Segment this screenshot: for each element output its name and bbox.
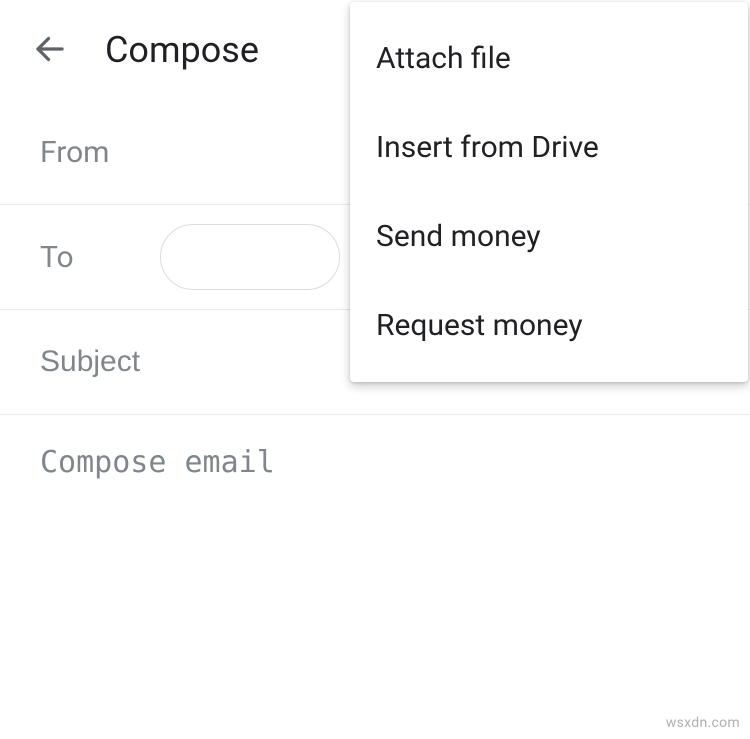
to-label: To — [40, 240, 160, 275]
compose-body[interactable] — [40, 445, 710, 625]
watermark: wsxdn.com — [666, 715, 740, 731]
body-row[interactable] — [0, 415, 750, 625]
page-title: Compose — [105, 29, 259, 71]
back-button[interactable] — [20, 20, 80, 80]
menu-item-send-money[interactable]: Send money — [350, 192, 748, 281]
from-label: From — [40, 135, 160, 170]
recipient-chip[interactable] — [160, 224, 340, 290]
menu-item-attach-file[interactable]: Attach file — [350, 14, 748, 103]
attach-menu: Attach file Insert from Drive Send money… — [350, 2, 748, 382]
arrow-left-icon — [32, 31, 68, 70]
menu-item-request-money[interactable]: Request money — [350, 281, 748, 370]
menu-item-insert-from-drive[interactable]: Insert from Drive — [350, 103, 748, 192]
